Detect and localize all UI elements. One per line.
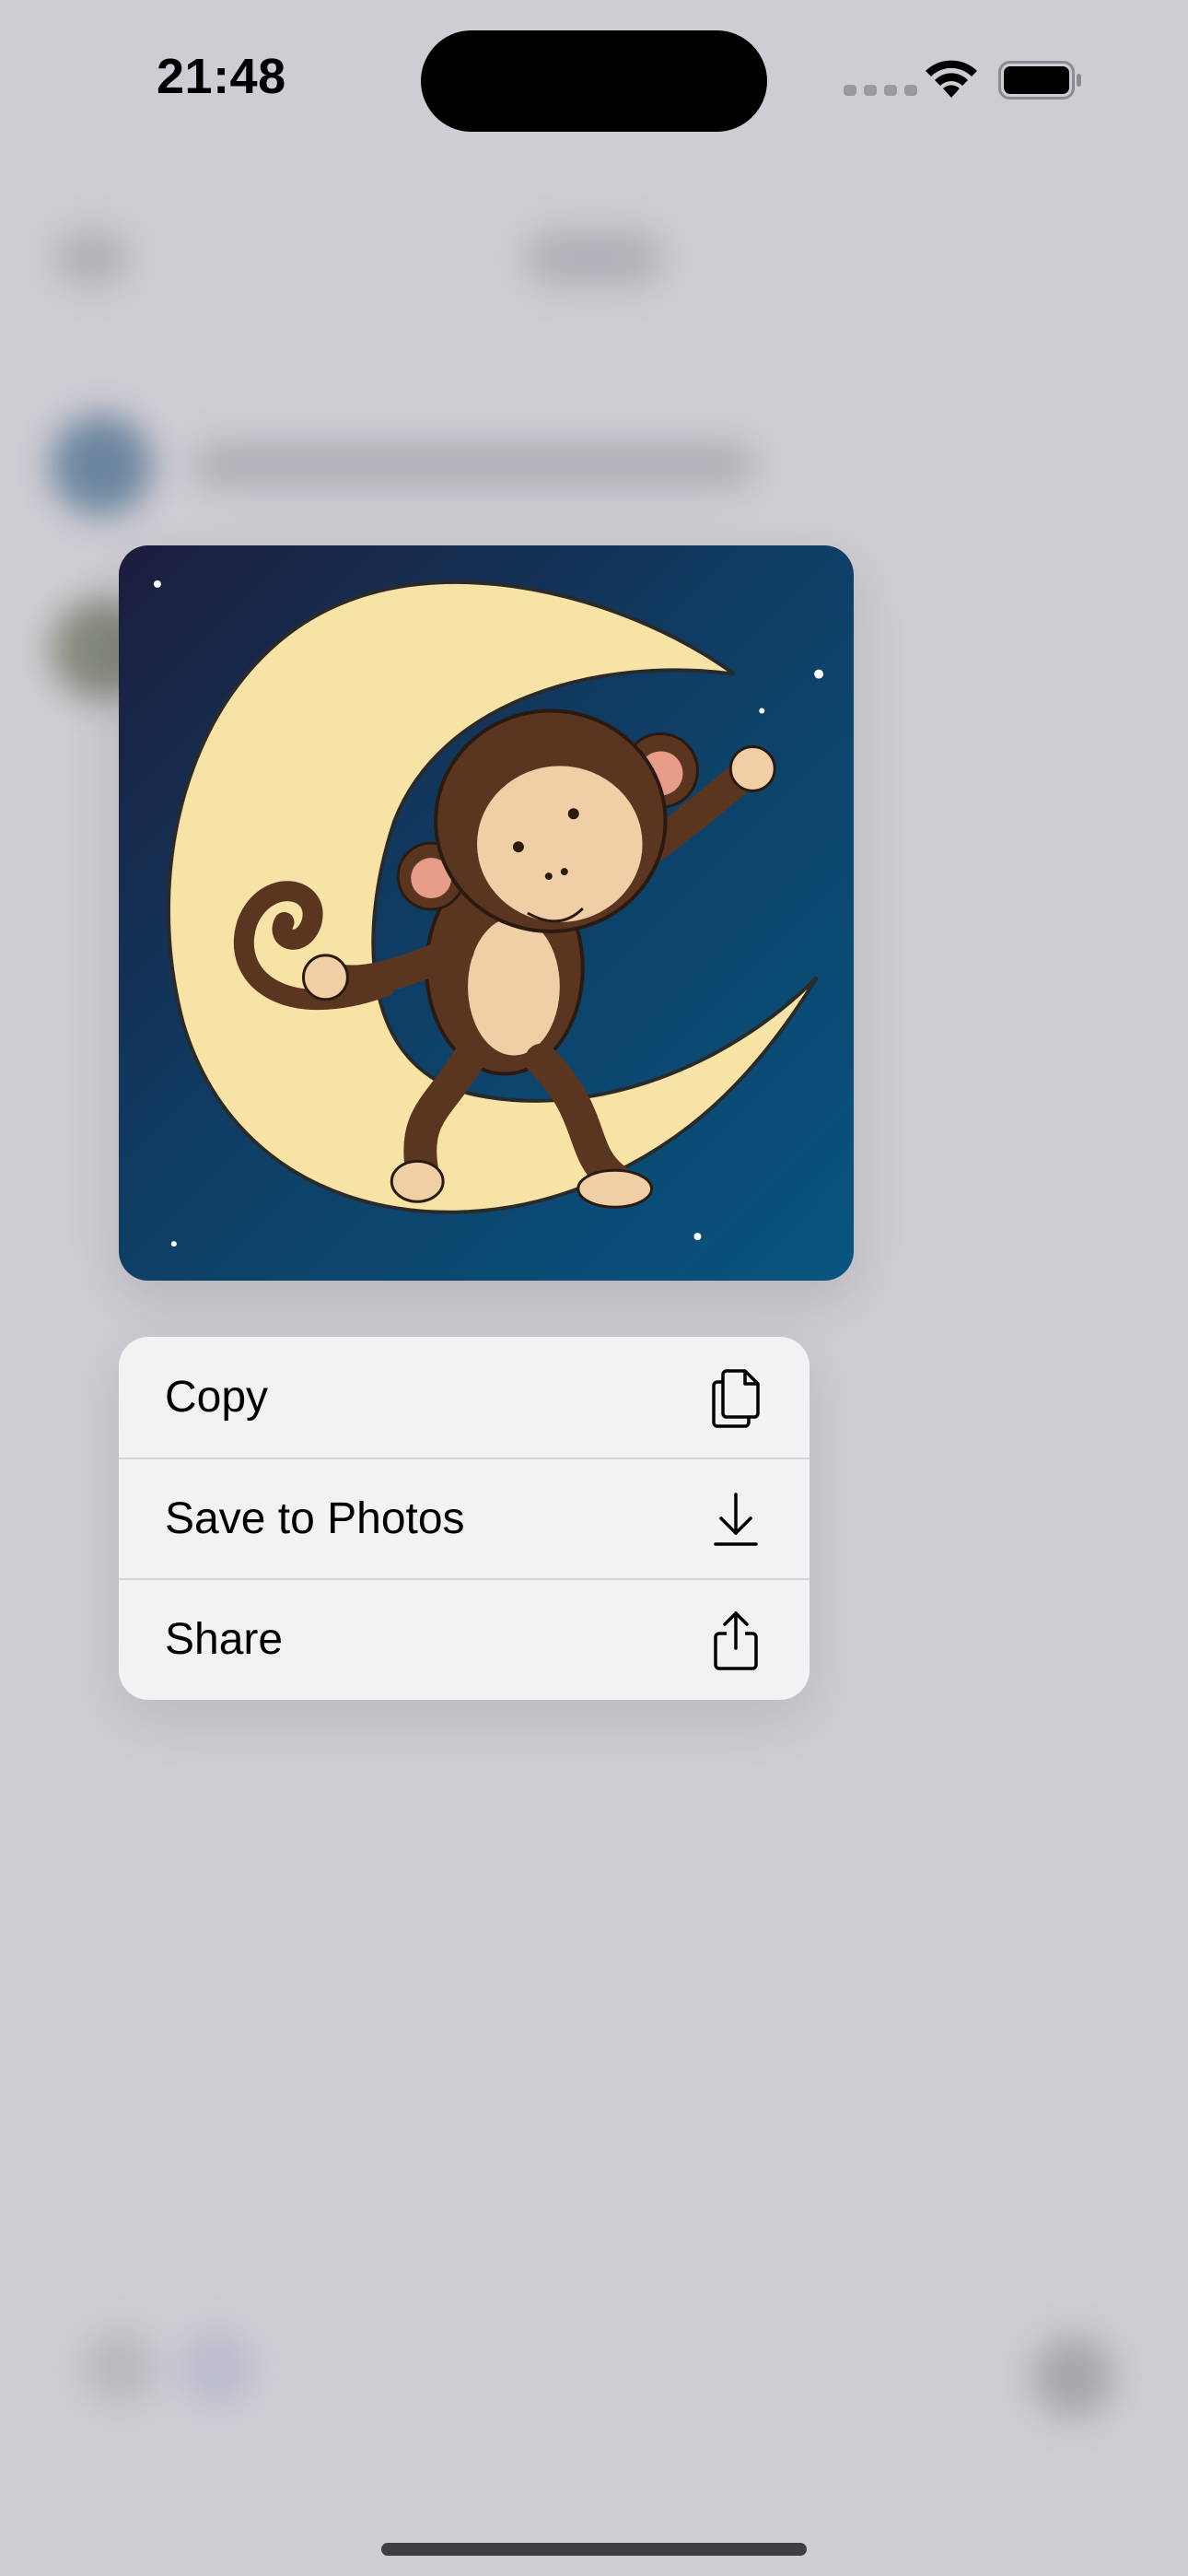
context-menu: Copy Save to Photos Share	[119, 1337, 809, 1700]
background-back-button	[55, 230, 129, 286]
background-row-text	[193, 442, 755, 488]
dynamic-island	[421, 30, 767, 132]
save-to-photos-label: Save to Photos	[165, 1494, 465, 1543]
download-icon	[708, 1487, 763, 1551]
background-send-button	[1031, 2336, 1114, 2418]
copy-label: Copy	[165, 1373, 269, 1422]
status-bar: 21:48	[0, 0, 1188, 157]
copy-menu-item[interactable]: Copy	[119, 1337, 809, 1458]
background-app	[0, 0, 1188, 2576]
image-preview[interactable]	[119, 545, 854, 1281]
home-indicator[interactable]	[381, 2543, 807, 2556]
battery-icon	[998, 61, 1081, 100]
background-input-button-2	[180, 2331, 253, 2405]
background-input-button	[83, 2331, 157, 2405]
status-time: 21:48	[157, 49, 286, 104]
copy-documents-icon	[708, 1365, 763, 1430]
cellular-dots-icon	[844, 85, 917, 96]
share-menu-item[interactable]: Share	[119, 1578, 809, 1699]
monkey-moon-illustration	[119, 545, 854, 1281]
wifi-icon	[926, 60, 977, 98]
share-label: Share	[165, 1615, 284, 1664]
background-avatar	[51, 415, 152, 516]
share-icon	[708, 1608, 763, 1672]
save-to-photos-menu-item[interactable]: Save to Photos	[119, 1458, 809, 1578]
background-title	[525, 230, 663, 286]
